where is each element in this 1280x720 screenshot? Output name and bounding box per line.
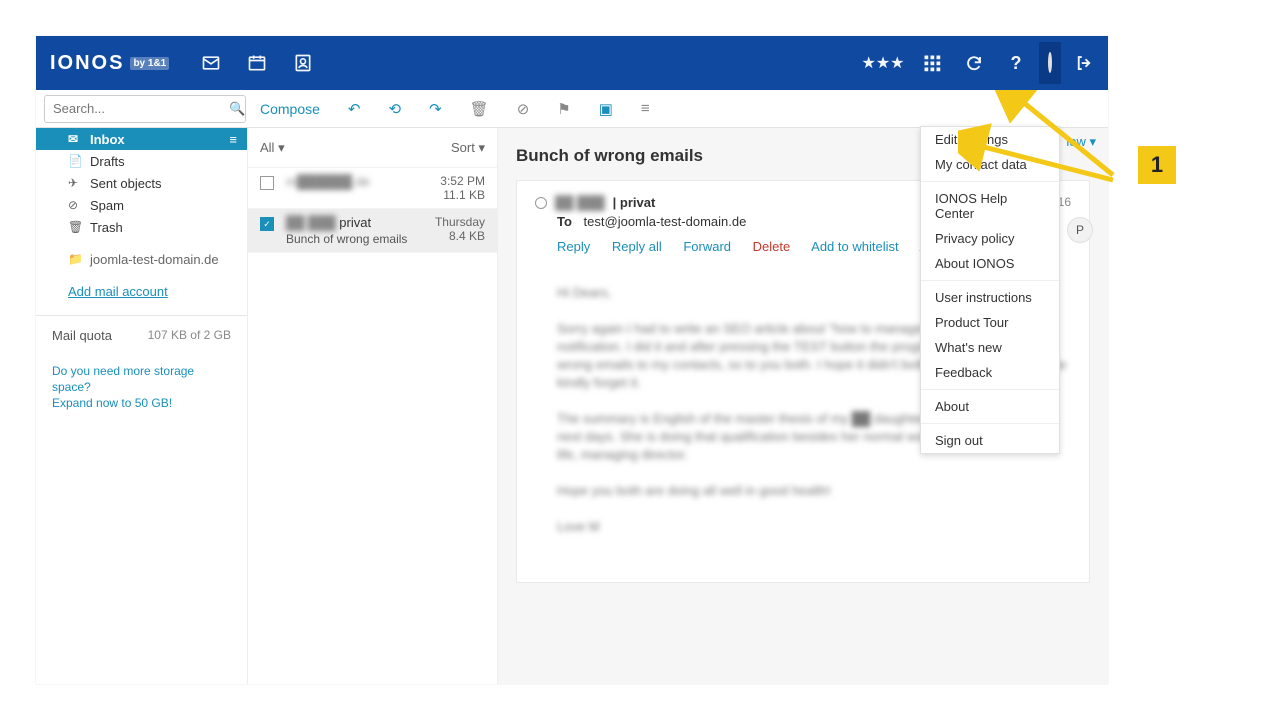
view-dropdown[interactable]: iew ▾ (1066, 134, 1096, 150)
to-address: test@joomla-test-domain.de (584, 214, 747, 229)
sender-name: | privat (613, 195, 656, 210)
search-icon[interactable]: 🔍 (229, 101, 245, 117)
add-mail-link[interactable]: Add mail account (68, 284, 247, 299)
menu-sign-out[interactable]: Sign out (921, 428, 1059, 453)
nospam-icon: ⊘ (68, 198, 78, 212)
hamburger-icon[interactable]: ≡ (229, 132, 237, 147)
checkbox[interactable]: ✓ (260, 217, 274, 231)
logout-icon[interactable] (1074, 53, 1094, 73)
menu-help-center[interactable]: IONOS Help Center (921, 186, 1059, 226)
folder-icon: 📁 (68, 252, 83, 266)
quota: Mail quota 107 KB of 2 GB (36, 328, 247, 343)
stars-icon[interactable]: ★★★ (866, 53, 900, 73)
contacts-icon[interactable] (293, 53, 313, 73)
logo-sub: by 1&1 (130, 57, 169, 70)
logo[interactable]: IONOS by 1&1 (50, 52, 169, 75)
reply-button[interactable]: Reply (557, 239, 590, 254)
account-menu: Edit Settings My contact data IONOS Help… (920, 126, 1060, 454)
reply-all-icon[interactable]: ⟲ (389, 100, 402, 118)
toolbar: 🔍 Compose ↶ ⟲ ↷ 🗑 ⊘ ⚑ ▣ ≡ (36, 90, 1108, 128)
menu-privacy[interactable]: Privacy policy (921, 226, 1059, 251)
msg-time: Thursday (435, 215, 485, 229)
msg-time: 3:52 PM (440, 174, 485, 188)
menu-contact-data[interactable]: My contact data (921, 152, 1059, 177)
inbox-icon: ✉ (68, 132, 78, 146)
sidebar-item-label: Sent objects (90, 176, 162, 191)
archive-icon[interactable]: ▣ (599, 100, 613, 118)
to-label: To (557, 214, 572, 229)
sidebar-item-label: Trash (90, 220, 123, 235)
logo-text: IONOS (50, 52, 124, 75)
search-input[interactable]: 🔍 (44, 95, 246, 123)
msg-size: 8.4 KB (435, 229, 485, 243)
trash-icon: 🗑 (68, 220, 83, 234)
avatar-badge: P (1067, 217, 1093, 243)
sidebar-item-sent[interactable]: ✈ Sent objects (36, 172, 247, 194)
msg-subject: Bunch of wrong emails (286, 232, 423, 246)
forward-icon[interactable]: ↷ (429, 100, 442, 118)
sidebar-item-label: Drafts (90, 154, 125, 169)
calendar-icon[interactable] (247, 53, 267, 73)
delete-button[interactable]: Delete (753, 239, 791, 254)
callout-badge: 1 (1138, 146, 1176, 184)
help-icon[interactable]: ? (1006, 53, 1026, 73)
message-list: All ▾ Sort ▾ m██████.de 3:52 PM 11.1 KB … (248, 128, 498, 684)
forward-button[interactable]: Forward (683, 239, 731, 254)
list-item[interactable]: ✓ ██ ███ privat Bunch of wrong emails Th… (248, 209, 497, 253)
menu-about-ionos[interactable]: About IONOS (921, 251, 1059, 276)
msg-size: 11.1 KB (440, 188, 485, 202)
search-field[interactable] (53, 101, 229, 116)
sidebar-item-trash[interactable]: 🗑 Trash (36, 216, 247, 238)
sidebar-item-label: joomla-test-domain.de (90, 252, 219, 267)
reply-icon[interactable]: ↶ (348, 100, 361, 118)
filter-all[interactable]: All ▾ (260, 140, 285, 156)
menu-whats-new[interactable]: What's new (921, 335, 1059, 360)
select-radio[interactable] (535, 197, 547, 209)
flag-icon[interactable]: ⚑ (557, 100, 570, 118)
topbar: IONOS by 1&1 ★★★ ? (36, 36, 1108, 90)
mail-icon[interactable] (201, 53, 221, 73)
menu-feedback[interactable]: Feedback (921, 360, 1059, 385)
sidebar-item-spam[interactable]: ⊘ Spam (36, 194, 247, 216)
storage-hint[interactable]: Do you need more storage space? Expand n… (36, 343, 247, 411)
file-icon: 📄 (68, 154, 83, 168)
plane-icon: ✈ (68, 176, 78, 190)
sidebar-item-account[interactable]: 📁 joomla-test-domain.de (36, 248, 247, 270)
sidebar: ✉ Inbox ≡ 📄 Drafts ✈ Sent objects ⊘ Spam… (36, 128, 248, 684)
sort-dropdown[interactable]: Sort ▾ (451, 140, 485, 156)
menu-about[interactable]: About (921, 394, 1059, 419)
sidebar-item-inbox[interactable]: ✉ Inbox ≡ (36, 128, 247, 150)
more-icon[interactable]: ≡ (641, 100, 650, 117)
menu-edit-settings[interactable]: Edit Settings (921, 127, 1059, 152)
avatar[interactable] (1048, 52, 1052, 73)
menu-instructions[interactable]: User instructions (921, 285, 1059, 310)
checkbox[interactable] (260, 176, 274, 190)
sidebar-item-drafts[interactable]: 📄 Drafts (36, 150, 247, 172)
menu-product-tour[interactable]: Product Tour (921, 310, 1059, 335)
apps-icon[interactable] (922, 53, 942, 73)
sidebar-item-label: Spam (90, 198, 124, 213)
reply-all-button[interactable]: Reply all (612, 239, 662, 254)
quota-label: Mail quota (52, 328, 112, 343)
quota-value: 107 KB of 2 GB (148, 328, 231, 343)
list-item[interactable]: m██████.de 3:52 PM 11.1 KB (248, 168, 497, 209)
whitelist-button[interactable]: Add to whitelist (811, 239, 898, 254)
spam-icon[interactable]: ⊘ (517, 100, 530, 118)
refresh-icon[interactable] (964, 53, 984, 73)
delete-icon[interactable]: 🗑 (470, 100, 489, 118)
compose-button[interactable]: Compose (260, 101, 320, 117)
sidebar-item-label: Inbox (90, 132, 125, 147)
